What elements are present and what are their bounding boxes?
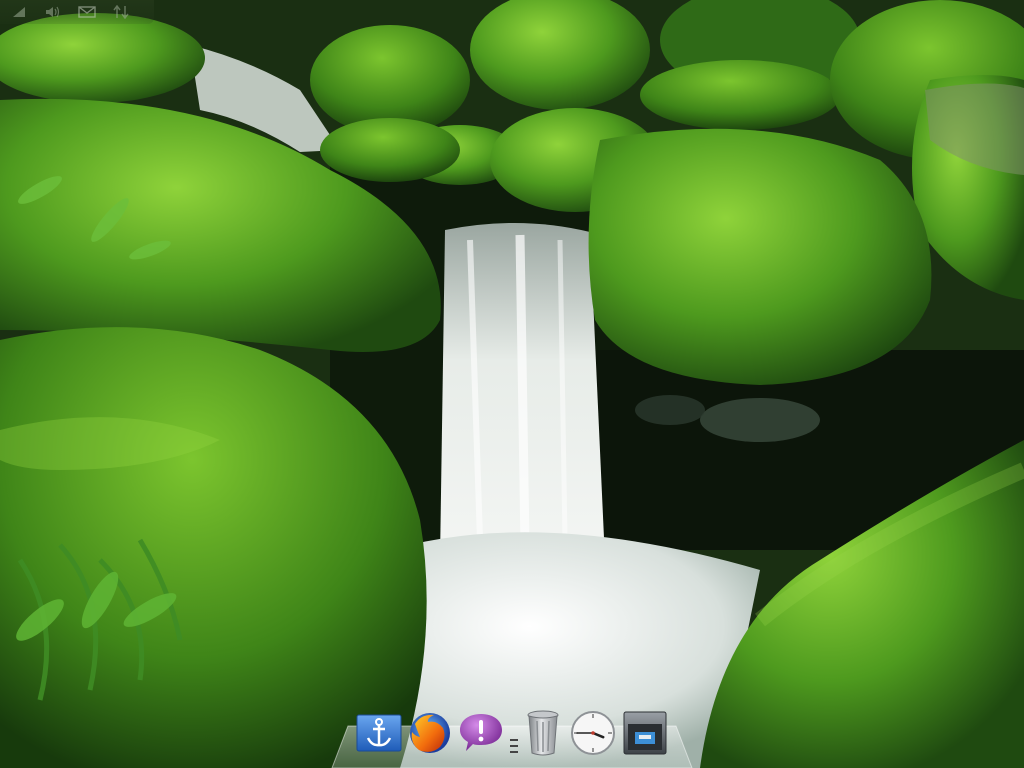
network-icon[interactable] <box>4 2 34 22</box>
clock-icon <box>571 711 615 755</box>
dock-item-anchor[interactable] <box>354 708 404 758</box>
wallpaper-image <box>0 0 1024 768</box>
dock-item-trash[interactable] <box>518 708 568 758</box>
dock-item-clock[interactable] <box>568 708 618 758</box>
system-tray <box>0 0 154 24</box>
trash-icon <box>527 710 559 756</box>
dock-item-firefox[interactable] <box>405 708 455 758</box>
notification-bubble-icon <box>460 714 502 751</box>
dock-item-files[interactable] <box>620 708 670 758</box>
mail-icon[interactable] <box>72 2 102 22</box>
anchor-launcher-icon <box>356 714 402 752</box>
desktop[interactable] <box>0 0 1024 768</box>
transfer-icon[interactable] <box>106 2 136 22</box>
firefox-icon <box>410 713 450 753</box>
file-drawer-icon <box>623 711 667 755</box>
dock-item-notifications[interactable] <box>456 708 506 758</box>
volume-icon[interactable] <box>38 2 68 22</box>
dock <box>330 704 694 768</box>
